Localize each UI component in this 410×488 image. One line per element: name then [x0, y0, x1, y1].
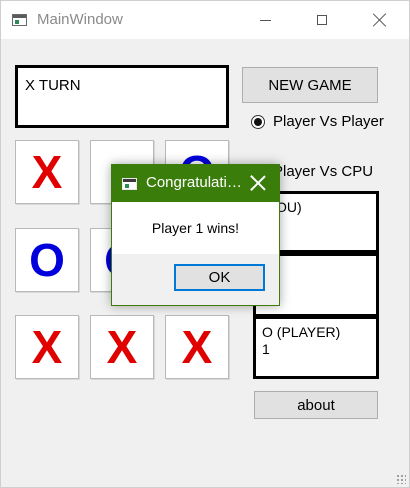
app-icon	[12, 14, 27, 26]
window-title: MainWindow	[37, 11, 123, 28]
dialog-close-icon[interactable]	[250, 175, 266, 191]
dialog-message: Player 1 wins!	[112, 202, 279, 254]
maximize-button[interactable]	[299, 1, 345, 39]
dialog-title-bar[interactable]: Congratulations	[112, 165, 279, 202]
board-cell-r2-c0[interactable]: X	[15, 315, 79, 379]
board-cell-r0-c0[interactable]: X	[15, 140, 79, 204]
board-cell-r2-c1[interactable]: X	[90, 315, 154, 379]
maximize-icon	[317, 15, 327, 25]
dialog-title: Congratulations	[146, 174, 248, 191]
win-dialog: Congratulations Player 1 wins! OK	[111, 164, 280, 306]
board-cell-r2-c2[interactable]: X	[165, 315, 229, 379]
about-button[interactable]: about	[254, 391, 378, 419]
close-button[interactable]	[357, 1, 403, 39]
minimize-icon	[259, 19, 271, 21]
radio-label: Player Vs Player	[273, 113, 384, 130]
resize-grip-icon[interactable]	[396, 474, 406, 484]
main-window: MainWindow X TURN NEW GAME Player Vs Pla…	[0, 0, 410, 488]
new-game-button[interactable]: NEW GAME	[242, 67, 378, 103]
radio-checked-icon	[251, 114, 265, 129]
minimize-button[interactable]	[242, 1, 288, 39]
title-bar[interactable]: MainWindow	[1, 1, 409, 39]
board-cell-r1-c0[interactable]: O	[15, 228, 79, 292]
radio-label: Player Vs CPU	[273, 163, 374, 180]
dialog-app-icon	[122, 178, 137, 190]
score-label: O (PLAYER)	[262, 324, 341, 340]
score-value: 1	[262, 341, 270, 357]
ok-button[interactable]: OK	[174, 264, 265, 291]
close-icon	[373, 13, 387, 27]
turn-display: X TURN	[15, 65, 229, 128]
score-box-3: O (PLAYER) 1	[253, 316, 379, 379]
radio-player-vs-player[interactable]: Player Vs Player	[251, 113, 384, 130]
